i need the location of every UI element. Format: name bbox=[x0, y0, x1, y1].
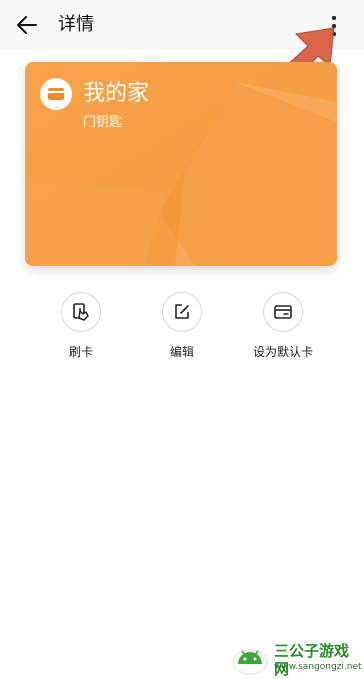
more-vertical-icon bbox=[332, 16, 336, 20]
swipe-card-label: 刷卡 bbox=[68, 345, 93, 359]
card-name: 我的家 bbox=[83, 81, 150, 106]
edit-label: 编辑 bbox=[169, 345, 194, 359]
card-icon bbox=[40, 78, 72, 110]
door-key-card[interactable]: 我的家 门钥匙 bbox=[25, 62, 337, 266]
back-button[interactable] bbox=[14, 12, 40, 38]
arrow-left-icon bbox=[17, 16, 37, 34]
swipe-card-icon bbox=[73, 303, 89, 321]
android-logo-icon bbox=[232, 649, 268, 675]
site-watermark: 三公子游戏网 www.sangongzi.net bbox=[230, 640, 362, 678]
swipe-card-button[interactable]: 刷卡 bbox=[41, 292, 121, 364]
set-default-card-button[interactable]: 设为默认卡 bbox=[243, 292, 323, 364]
edit-button[interactable]: 编辑 bbox=[142, 292, 222, 364]
card-type: 门钥匙 bbox=[83, 115, 123, 130]
default-card-icon bbox=[274, 305, 292, 319]
edit-icon bbox=[175, 304, 189, 319]
page-title: 详情 bbox=[58, 14, 94, 35]
set-default-card-label: 设为默认卡 bbox=[252, 345, 313, 359]
watermark-url: www.sangongzi.net bbox=[274, 662, 362, 672]
